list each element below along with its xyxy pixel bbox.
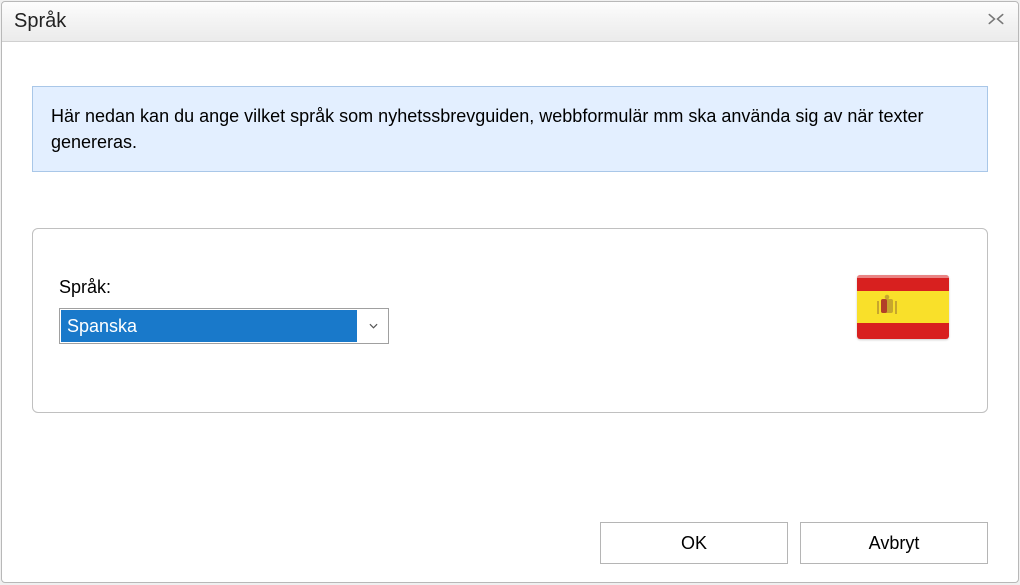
close-button[interactable] [982,7,1010,31]
language-label: Språk: [59,277,961,298]
button-row: OK Avbryt [600,522,988,564]
cancel-button[interactable]: Avbryt [800,522,988,564]
language-dropdown[interactable]: Spanska [59,308,389,344]
dropdown-arrow-region [358,309,388,343]
language-selected-value: Spanska [61,310,357,342]
chevron-down-icon [369,323,378,329]
titlebar: Språk [2,2,1018,42]
flag-icon [857,275,949,339]
info-panel: Här nedan kan du ange vilket språk som n… [32,86,988,172]
cancel-button-label: Avbryt [869,533,920,554]
language-group: Språk: Spanska [32,228,988,413]
info-text: Här nedan kan du ange vilket språk som n… [51,106,923,152]
dialog-window: Språk Här nedan kan du ange vilket språk… [1,1,1019,583]
close-icon [987,12,1005,26]
dialog-content: Här nedan kan du ange vilket språk som n… [2,42,1018,433]
ok-button-label: OK [681,533,707,554]
ok-button[interactable]: OK [600,522,788,564]
window-title: Språk [14,10,66,33]
